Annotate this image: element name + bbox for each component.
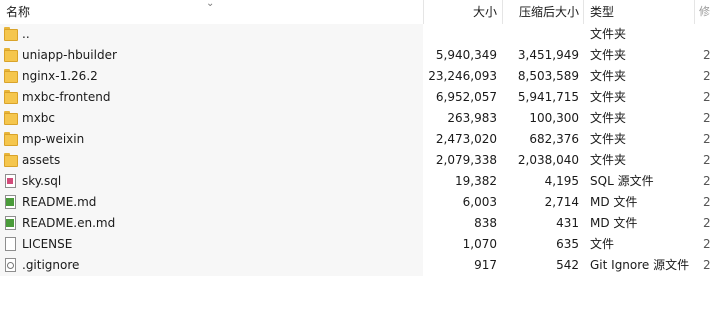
column-header-row: 名称 ⌄ 大小 压缩后大小 类型 修 [0,0,712,24]
file-row[interactable]: LICENSE 1,070 635 文件 2 [0,234,712,255]
file-packed-size: 682,376 [529,132,579,146]
markdown-file-icon [4,216,18,231]
file-size: 1,070 [462,237,497,251]
file-row[interactable]: .gitignore 917 542 Git Ignore 源文件 2 [0,255,712,276]
file-type: 文件夹 [590,90,627,104]
file-modified: 2 [703,111,711,125]
file-name: sky.sql [22,174,62,188]
file-name: uniapp-hbuilder [22,48,117,62]
file-row[interactable]: sky.sql 19,382 4,195 SQL 源文件 2 [0,171,712,192]
file-type: Git Ignore 源文件 [590,258,690,272]
file-modified [703,24,712,45]
folder-icon [4,48,18,63]
file-size: 6,952,057 [435,90,497,104]
file-name: LICENSE [22,237,73,251]
column-header-name[interactable]: 名称 [6,0,206,24]
file-size: 6,003 [462,195,497,209]
file-row[interactable]: mxbc-frontend 6,952,057 5,941,715 文件夹 2 [0,87,712,108]
file-packed-size: 3,451,949 [517,48,579,62]
column-divider[interactable] [583,0,584,24]
file-type: 文件夹 [590,27,627,41]
file-packed-size: 100,300 [529,111,579,125]
folder-icon [4,69,18,84]
column-divider[interactable] [423,0,424,24]
file-name: nginx-1.26.2 [22,69,98,83]
column-divider[interactable] [694,0,695,24]
file-packed-size: 4,195 [544,174,579,188]
file-modified: 2 [703,195,711,209]
sql-file-icon [4,174,18,189]
file-row[interactable]: README.en.md 838 431 MD 文件 2 [0,213,712,234]
file-size: 2,079,338 [435,153,497,167]
file-packed-size: 542 [556,258,579,272]
file-name: .. [22,27,30,41]
file-packed-size: 635 [556,237,579,251]
file-icon [4,237,18,252]
file-packed-size [500,24,579,45]
markdown-file-icon [4,195,18,210]
file-type: 文件 [590,237,615,251]
file-packed-size: 2,038,040 [517,153,579,167]
file-size: 19,382 [455,174,497,188]
file-type: MD 文件 [590,195,638,209]
file-modified: 2 [703,48,711,62]
file-modified: 2 [703,69,711,83]
column-header-type[interactable]: 类型 [590,0,690,24]
file-modified: 2 [703,132,711,146]
file-type: SQL 源文件 [590,174,654,188]
file-row[interactable]: uniapp-hbuilder 5,940,349 3,451,949 文件夹 2 [0,45,712,66]
file-modified: 2 [703,174,711,188]
file-packed-size: 5,941,715 [517,90,579,104]
file-modified: 2 [703,258,711,272]
file-row[interactable]: mp-weixin 2,473,020 682,376 文件夹 2 [0,129,712,150]
file-size: 2,473,020 [435,132,497,146]
folder-up-icon [4,27,18,42]
file-name: mxbc-frontend [22,90,111,104]
file-name: README.md [22,195,97,209]
file-name: mxbc [22,111,56,125]
file-modified: 2 [703,216,711,230]
column-header-size[interactable]: 大小 [425,0,497,24]
file-packed-size: 431 [556,216,579,230]
file-modified: 2 [703,237,711,251]
file-name: assets [22,153,61,167]
file-type: 文件夹 [590,48,627,62]
file-type: 文件夹 [590,111,627,125]
file-size: 838 [474,216,497,230]
file-type: MD 文件 [590,216,638,230]
file-size: 917 [474,258,497,272]
column-header-packed-size[interactable]: 压缩后大小 [500,0,579,24]
file-name: README.en.md [22,216,116,230]
file-name: mp-weixin [22,132,85,146]
file-type: 文件夹 [590,153,627,167]
file-row[interactable]: mxbc 263,983 100,300 文件夹 2 [0,108,712,129]
file-size: 5,940,349 [435,48,497,62]
file-size [425,24,497,45]
folder-icon [4,132,18,147]
file-size: 23,246,093 [428,69,497,83]
file-type: 文件夹 [590,132,627,146]
file-type: 文件夹 [590,69,627,83]
file-modified: 2 [703,90,711,104]
file-size: 263,983 [447,111,497,125]
folder-icon [4,153,18,168]
file-modified: 2 [703,153,711,167]
file-packed-size: 2,714 [544,195,579,209]
folder-icon [4,90,18,105]
folder-icon [4,111,18,126]
file-packed-size: 8,503,589 [517,69,579,83]
column-header-modified[interactable]: 修 [699,0,711,24]
file-row[interactable]: nginx-1.26.2 23,246,093 8,503,589 文件夹 2 [0,66,712,87]
file-row[interactable]: .. 文件夹 [0,24,712,45]
file-row[interactable]: README.md 6,003 2,714 MD 文件 2 [0,192,712,213]
sort-indicator-icon: ⌄ [206,0,215,9]
gitignore-file-icon [4,258,18,273]
file-row[interactable]: assets 2,079,338 2,038,040 文件夹 2 [0,150,712,171]
file-name: .gitignore [22,258,80,272]
